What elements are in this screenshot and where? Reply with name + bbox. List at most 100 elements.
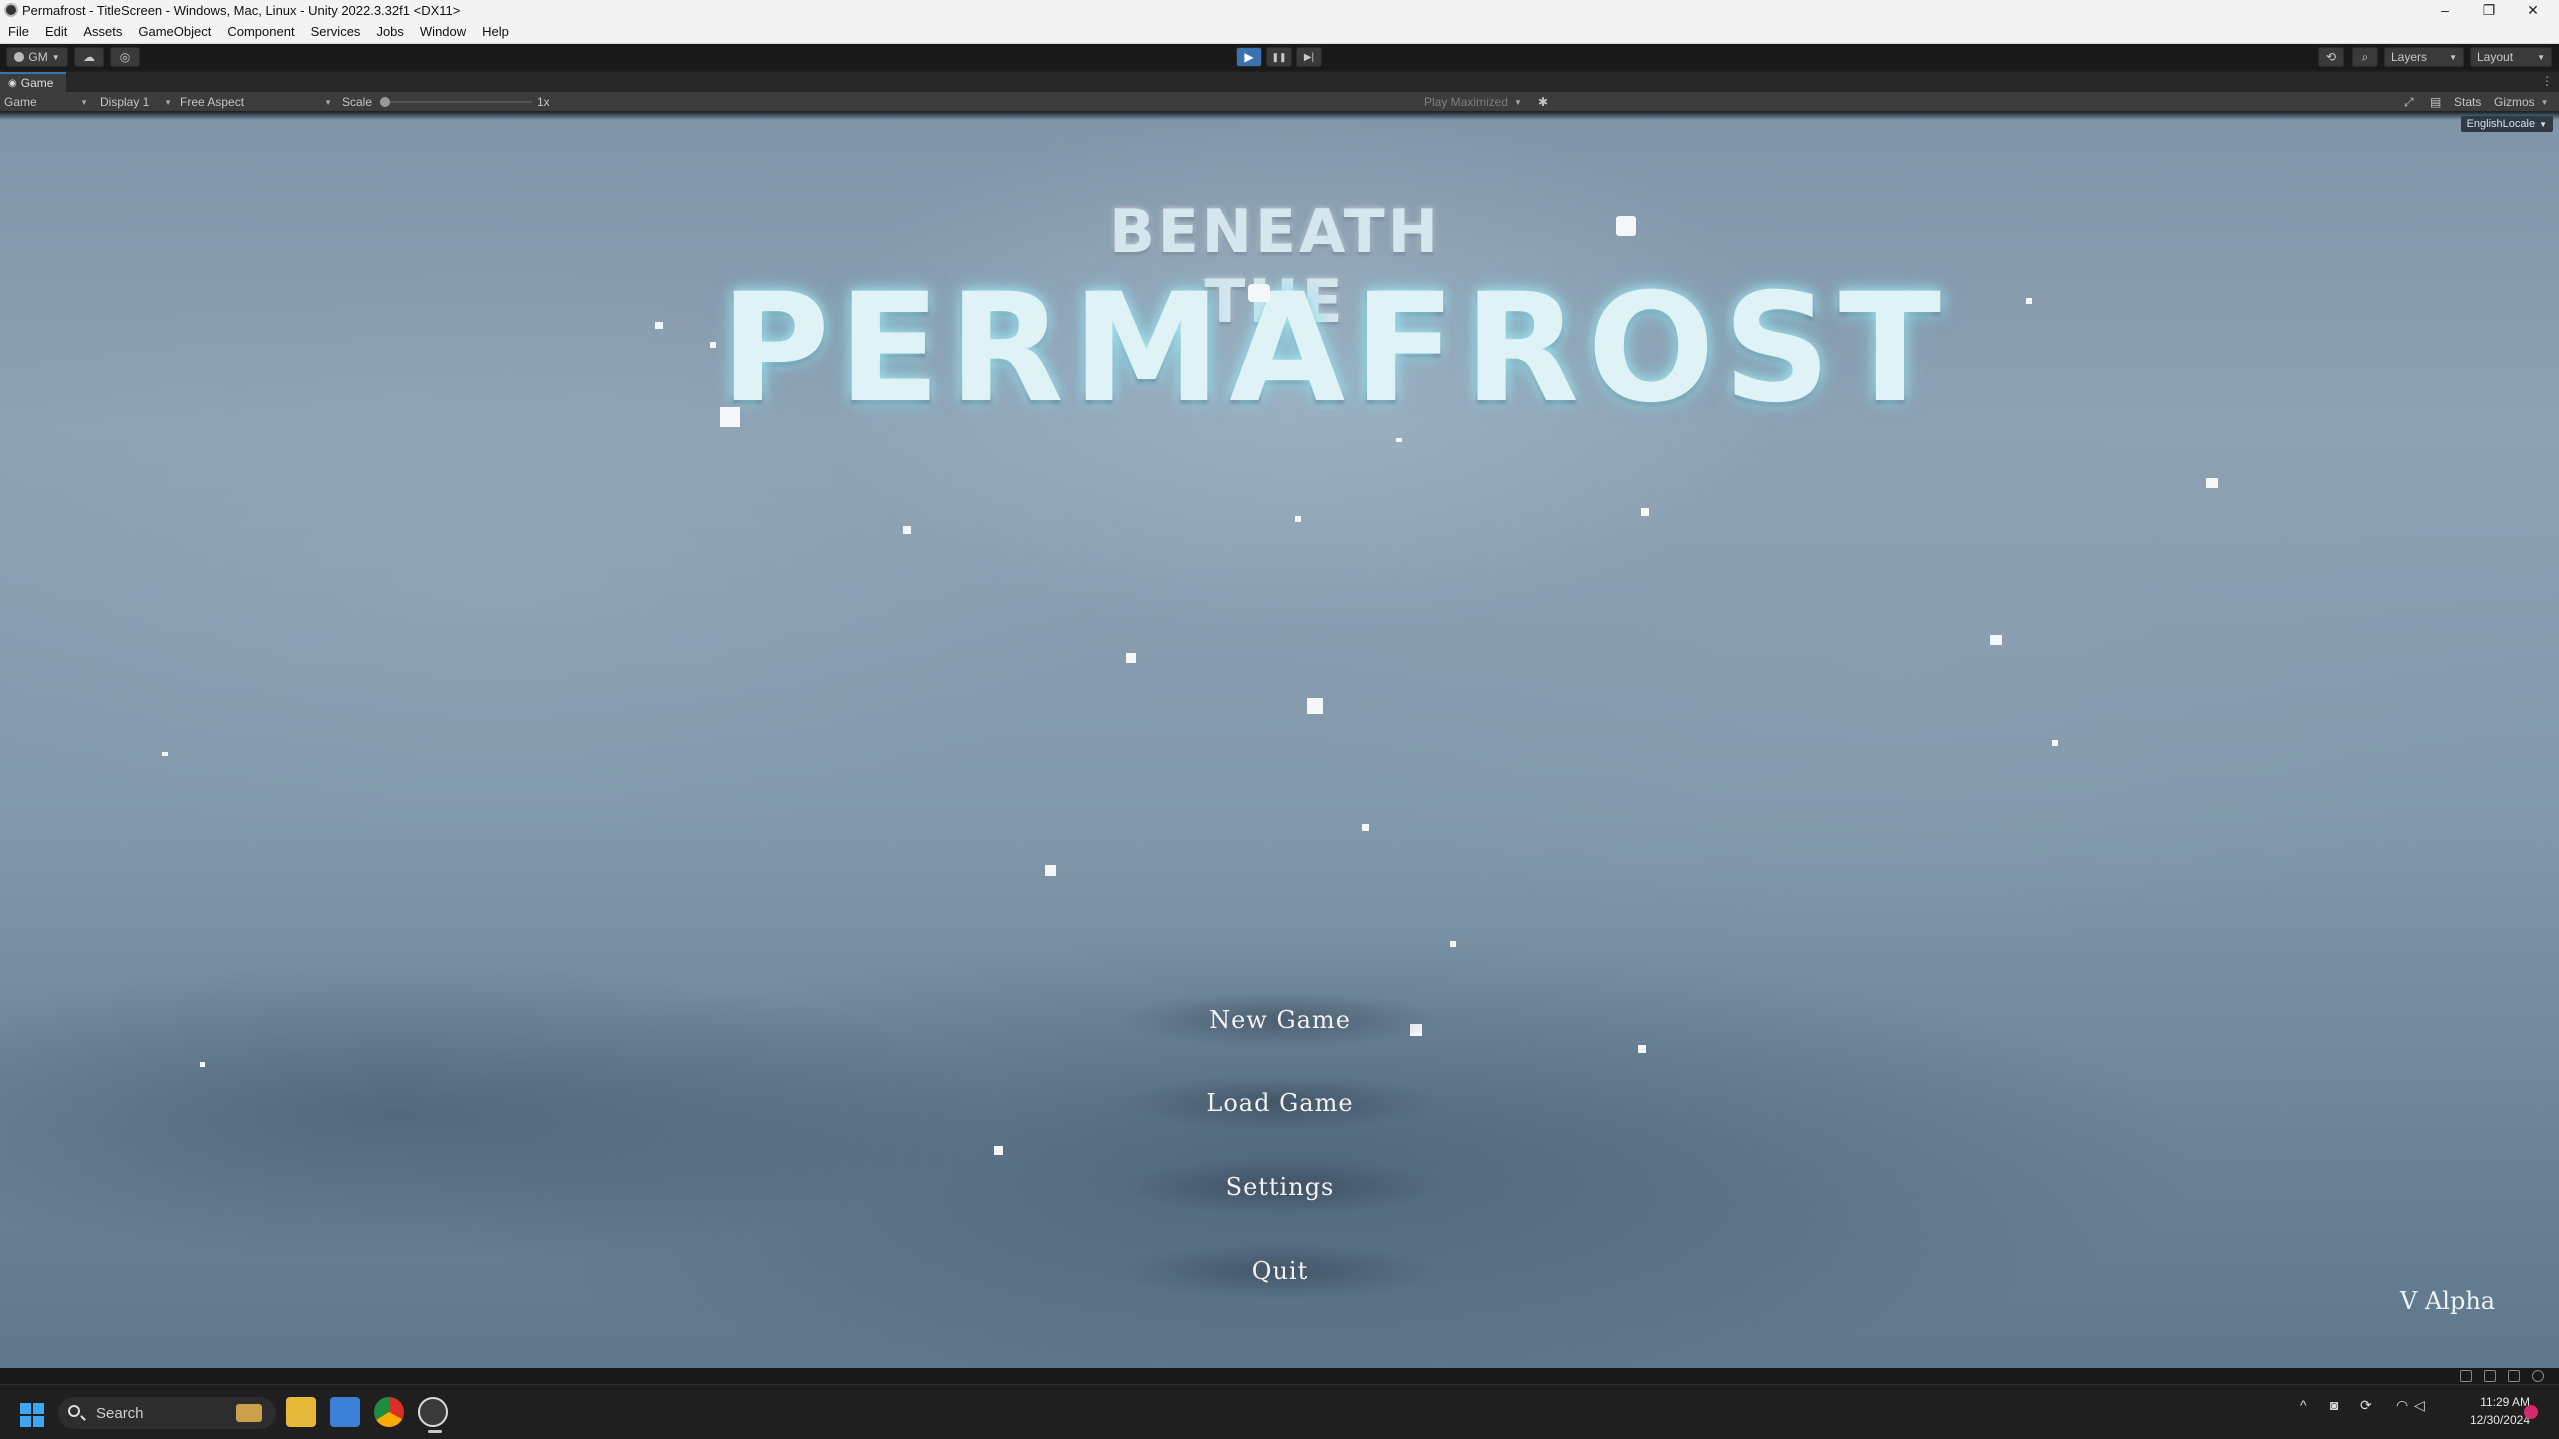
menu-component[interactable]: Component [219, 24, 302, 39]
scale-slider-handle[interactable] [380, 97, 390, 107]
menu-help[interactable]: Help [474, 24, 517, 39]
locale-dropdown[interactable]: EnglishLocale ▼ [2460, 116, 2553, 132]
menu-edit[interactable]: Edit [37, 24, 75, 39]
account-icon [14, 52, 25, 62]
game-viewport[interactable]: EnglishLocale ▼ BENEATH THE PERMAFROST N… [0, 112, 2559, 1368]
window-title-bar: Permafrost - TitleScreen - Windows, Mac,… [0, 0, 2559, 20]
mute-audio-button[interactable]: ✱ [1538, 92, 1548, 112]
taskbar-search-box[interactable]: Search [58, 1397, 276, 1429]
search-button[interactable]: ⌕ [2352, 47, 2378, 67]
search-icon [68, 1405, 80, 1417]
menu-file[interactable]: File [0, 24, 37, 39]
chevron-down-icon: ▼ [164, 97, 172, 107]
display-dropdown[interactable]: Display 1 ▼ [100, 92, 172, 112]
tab-strip: ◉ Game ⋮ [0, 72, 2559, 92]
windows-start-button[interactable] [20, 1403, 44, 1427]
quit-button[interactable]: Quit [1080, 1243, 1480, 1299]
layers-label: Layers [2391, 50, 2428, 64]
chevron-down-icon: ▼ [2449, 52, 2457, 62]
cloud-button[interactable]: ☁ [74, 47, 104, 67]
notepad-icon[interactable] [330, 1397, 360, 1427]
snow-particle [1295, 516, 1301, 522]
chevron-up-icon[interactable]: ^ [2300, 1397, 2307, 1413]
snow-particle [903, 526, 911, 534]
snow-particle [1307, 698, 1323, 714]
stats-button[interactable]: Stats [2454, 92, 2481, 112]
restore-button[interactable]: ❐ [2467, 0, 2511, 20]
menu-bar: File Edit Assets GameObject Component Se… [0, 20, 2559, 44]
snow-particle [720, 407, 740, 427]
minimize-button[interactable]: – [2423, 0, 2467, 20]
notification-bell-icon[interactable] [2524, 1405, 2538, 1419]
frost-border [0, 112, 2559, 120]
account-dropdown[interactable]: GM ▼ [6, 47, 68, 67]
unity-icon[interactable] [418, 1397, 448, 1433]
bug-icon[interactable] [2460, 1370, 2472, 1382]
volume-icon[interactable]: ◁ [2414, 1397, 2425, 1414]
layers-dropdown[interactable]: Layers ▼ [2384, 47, 2464, 67]
sync-icon[interactable]: ⟳ [2360, 1397, 2372, 1414]
menu-assets[interactable]: Assets [75, 24, 130, 39]
snow-particle [710, 342, 716, 348]
menu-services[interactable]: Services [303, 24, 369, 39]
layout-dropdown[interactable]: Layout ▼ [2470, 47, 2552, 67]
view-label: Game [4, 95, 37, 109]
tab-game-label: Game [20, 76, 54, 90]
chevron-down-icon: ▼ [2539, 119, 2547, 129]
collab-icon: ◎ [119, 50, 131, 64]
snow-particle [1362, 824, 1369, 831]
load-game-button[interactable]: Load Game [1080, 1075, 1480, 1131]
stack-icon[interactable] [2484, 1370, 2496, 1382]
snow-particle [1638, 1045, 1646, 1053]
snow-particle [994, 1146, 1003, 1155]
chevron-down-icon: ▼ [2537, 52, 2545, 62]
more-options-icon[interactable]: ⋮ [2541, 74, 2553, 88]
layout-label: Layout [2477, 50, 2514, 64]
play-mode-label: Play Maximized [1424, 95, 1509, 109]
play-button[interactable]: ▶ [1236, 47, 1262, 67]
progress-icon[interactable] [2532, 1370, 2544, 1382]
snow-particle [1396, 438, 1402, 442]
chevron-down-icon: ▼ [80, 97, 88, 107]
chevron-down-icon: ▼ [1514, 97, 1522, 107]
snow-particle [2026, 298, 2032, 304]
view-dropdown[interactable]: Game ▼ [4, 92, 88, 112]
snow-particle [1126, 653, 1136, 663]
stats-toggle-icon-button[interactable]: ▤ [2430, 92, 2441, 112]
chevron-down-icon: ▼ [51, 52, 60, 62]
snow-particle [1641, 508, 1649, 516]
clock-time: 11:29 AM [2480, 1395, 2530, 1409]
snow-particle [2206, 478, 2218, 488]
snow-particle [655, 322, 663, 329]
unity-app-icon [4, 3, 18, 17]
gizmos-button[interactable]: Gizmos ▼ [2494, 92, 2549, 112]
taskbar-clock[interactable]: 11:29 AM 12/30/2024 [2440, 1393, 2530, 1429]
close-button[interactable]: ✕ [2511, 0, 2555, 20]
clock-date: 12/30/2024 [2469, 1413, 2530, 1427]
menu-jobs[interactable]: Jobs [368, 24, 411, 39]
wifi-icon[interactable]: ◠ [2396, 1397, 2408, 1414]
menu-gameobject[interactable]: GameObject [130, 24, 219, 39]
aspect-dropdown[interactable]: Free Aspect ▼ [180, 92, 332, 112]
menu-window[interactable]: Window [412, 24, 474, 39]
file-explorer-icon[interactable] [286, 1397, 316, 1427]
snow-particle [2052, 740, 2058, 746]
collab-button[interactable]: ◎ [110, 47, 140, 67]
network-icon[interactable] [2508, 1370, 2520, 1382]
version-label: V Alpha [2400, 1287, 2496, 1315]
scale-slider-track[interactable] [382, 101, 532, 103]
new-game-button[interactable]: New Game [1080, 992, 1480, 1048]
snow-particle [1045, 865, 1056, 876]
maximize-toggle[interactable]: ⤢ [2404, 92, 2414, 112]
cloud-icon: ☁ [83, 50, 95, 64]
history-icon: ⟲ [2325, 50, 2337, 64]
step-button[interactable]: ▶| [1296, 47, 1322, 67]
unity-toolbar: GM ▼ ☁ ◎ ▶ ❚❚ ▶| ⟲ ⌕ Layers ▼ Layout ▼ [0, 44, 2559, 70]
settings-button[interactable]: Settings [1080, 1159, 1480, 1215]
undo-history-button[interactable]: ⟲ [2318, 47, 2344, 67]
discord-icon[interactable]: ◙ [2330, 1397, 2338, 1413]
pause-button[interactable]: ❚❚ [1266, 47, 1292, 67]
tab-game[interactable]: ◉ Game [0, 72, 66, 92]
chrome-icon[interactable] [374, 1397, 404, 1427]
play-maximized-dropdown[interactable]: Play Maximized ▼ [1424, 92, 1522, 112]
